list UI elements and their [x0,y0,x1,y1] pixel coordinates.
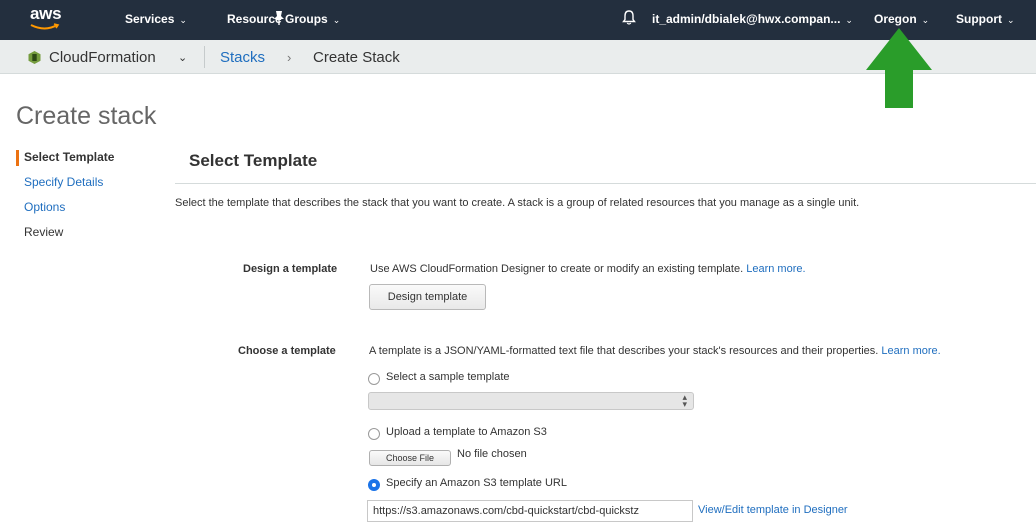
support-label: Support [956,12,1002,26]
services-label: Services [125,12,175,26]
caret-down-icon: ⌄ [1007,15,1015,25]
caret-down-icon: ⌄ [845,15,853,25]
step-specify-details[interactable]: Specify Details [16,175,114,200]
design-template-label: Design a template [243,263,338,275]
view-edit-designer-link[interactable]: View/Edit template in Designer [698,504,848,516]
green-arrow-annotation [866,28,932,108]
sample-template-select[interactable]: ▴ ▾ [368,392,694,410]
cloudformation-icon [28,51,41,69]
divider [204,46,205,68]
design-description-text: Use AWS CloudFormation Designer to creat… [370,263,744,275]
choose-file-button[interactable]: Choose File [369,450,451,466]
choose-template-label: Choose a template [238,345,336,357]
radio-upload-s3-label[interactable]: Upload a template to Amazon S3 [386,426,547,438]
radio-sample-template-label[interactable]: Select a sample template [386,371,510,383]
radio-s3-url[interactable] [368,479,380,491]
page-title: Create stack [16,102,157,130]
breadcrumb-chevron-icon: › [287,50,292,65]
radio-s3-url-label[interactable]: Specify an Amazon S3 template URL [386,477,567,489]
breadcrumb-stacks-link[interactable]: Stacks [220,49,265,66]
choose-template-description: A template is a JSON/YAML-formatted text… [369,345,941,357]
no-file-chosen-text: No file chosen [457,448,527,460]
aws-smile-icon [30,23,60,30]
services-menu[interactable]: Services ⌄ [125,12,187,26]
radio-upload-s3[interactable] [368,428,380,440]
s3-template-url-input[interactable]: https://s3.amazonaws.com/cbd-quickstart/… [367,500,693,522]
radio-sample-template[interactable] [368,373,380,385]
support-menu[interactable]: Support ⌄ [956,12,1015,26]
service-name[interactable]: CloudFormation [49,49,156,66]
intro-text: Select the template that describes the s… [175,197,860,209]
design-template-description: Use AWS CloudFormation Designer to creat… [370,263,806,275]
step-options[interactable]: Options [16,200,114,225]
caret-down-icon: ⌄ [921,15,930,25]
wizard-steps: Select Template Specify Details Options … [16,150,114,250]
caret-down-icon: ⌄ [332,15,341,25]
aws-logo-text: aws [30,4,62,23]
design-template-button[interactable]: Design template [369,284,486,310]
caret-down-icon: ⌄ [179,15,187,25]
section-divider [175,183,1036,184]
region-menu[interactable]: Oregon ⌄ [874,12,929,26]
account-menu[interactable]: it_admin/dbialek@hwx.compan... ⌄ [652,12,853,26]
choose-description-text: A template is a JSON/YAML-formatted text… [369,345,879,357]
chevron-down-icon[interactable]: ⌄ [178,51,187,64]
region-label: Oregon [874,12,917,26]
bell-icon[interactable] [622,9,636,31]
breadcrumb-current: Create Stack [313,49,400,66]
design-learn-more-link[interactable]: Learn more. [746,263,805,275]
section-title: Select Template [189,151,318,170]
step-review: Review [24,225,64,239]
account-label: it_admin/dbialek@hwx.compan... [652,12,841,26]
select-updown-icon: ▴ ▾ [682,392,687,409]
step-select-template[interactable]: Select Template [16,150,114,175]
pin-icon[interactable] [272,10,286,31]
aws-logo[interactable]: aws [30,4,64,34]
choose-learn-more-link[interactable]: Learn more. [881,345,940,357]
